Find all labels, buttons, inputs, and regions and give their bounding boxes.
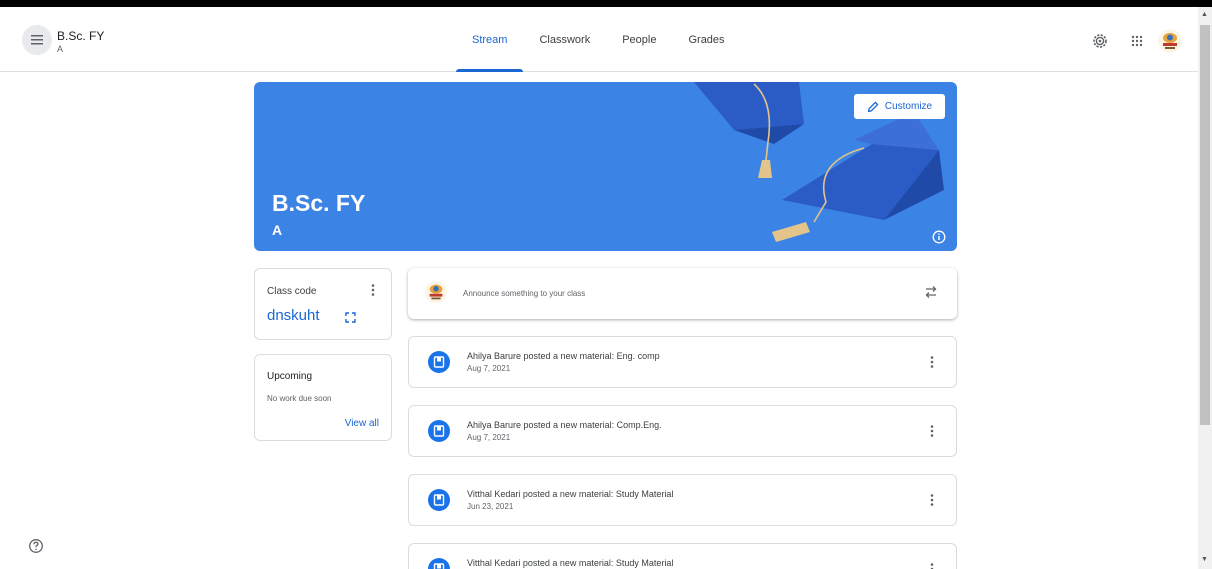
info-icon [932, 230, 946, 244]
upcoming-title: Upcoming [267, 371, 313, 382]
class-code-card: Class code dnskuht [254, 268, 392, 340]
stream-post[interactable]: Vitthal Kedari posted a new material: St… [408, 543, 957, 569]
post-title: Vitthal Kedari posted a new material: St… [467, 489, 674, 499]
top-app-bar: B.Sc. FY A Stream Classwork People Grade… [0, 7, 1198, 72]
scroll-down-arrow-icon[interactable]: ▼ [1201, 556, 1208, 563]
banner-class-section: A [272, 222, 283, 238]
post-title: Ahilya Barure posted a new material: Com… [467, 420, 662, 430]
announce-avatar [425, 281, 447, 303]
customize-button[interactable]: Customize [854, 94, 945, 119]
announce-box[interactable]: Announce something to your class [408, 268, 957, 319]
tab-classwork[interactable]: Classwork [523, 7, 606, 72]
stream-post[interactable]: Ahilya Barure posted a new material: Eng… [408, 336, 957, 388]
more-vert-icon [930, 563, 934, 569]
header-class-title[interactable]: B.Sc. FY [57, 29, 104, 43]
post-type-icon [428, 489, 450, 511]
banner-class-title: B.Sc. FY [272, 190, 366, 216]
post-type-icon [428, 558, 450, 569]
pencil-icon [867, 101, 879, 112]
tab-people[interactable]: People [606, 7, 672, 72]
repost-icon [925, 286, 937, 298]
classroom-page: B.Sc. FY A Stream Classwork People Grade… [0, 7, 1212, 569]
view-all-link[interactable]: View all [345, 418, 379, 429]
class-code-label: Class code [267, 286, 317, 297]
material-icon [433, 356, 445, 368]
class-code-value: dnskuht [267, 307, 320, 324]
post-more-button[interactable] [929, 355, 935, 369]
post-title: Vitthal Kedari posted a new material: St… [467, 558, 674, 568]
more-vert-icon [930, 356, 934, 368]
announce-placeholder[interactable]: Announce something to your class [463, 289, 585, 298]
user-avatar[interactable] [1158, 29, 1182, 53]
hamburger-icon [31, 35, 43, 45]
page-scrollbar[interactable]: ▲ ▼ [1198, 7, 1212, 569]
post-title: Ahilya Barure posted a new material: Eng… [467, 351, 660, 361]
upcoming-message: No work due soon [267, 394, 332, 403]
tab-stream[interactable]: Stream [456, 7, 524, 72]
material-icon [433, 494, 445, 506]
material-icon [433, 563, 445, 569]
more-vert-icon [930, 494, 934, 506]
help-icon [29, 539, 43, 553]
apps-grid-icon [1131, 35, 1143, 47]
class-info-button[interactable] [932, 230, 946, 244]
graduation-caps-illustration [694, 82, 944, 242]
emblem-avatar-icon [425, 281, 447, 303]
class-code-fullscreen-button[interactable] [345, 310, 356, 328]
stream-post[interactable]: Vitthal Kedari posted a new material: St… [408, 474, 957, 526]
scroll-up-arrow-icon[interactable]: ▲ [1201, 11, 1208, 18]
more-vert-icon [371, 284, 375, 296]
emblem-avatar-icon [1158, 29, 1182, 53]
post-more-button[interactable] [929, 493, 935, 507]
header-class-section: A [57, 44, 64, 54]
fullscreen-icon [345, 312, 356, 323]
post-type-icon [428, 351, 450, 373]
post-type-icon [428, 420, 450, 442]
settings-icon [1093, 34, 1107, 48]
tab-grades[interactable]: Grades [672, 7, 740, 72]
class-banner: Customize B.Sc. FY A [254, 82, 957, 251]
post-date: Aug 7, 2021 [467, 433, 511, 442]
class-code-more-button[interactable] [369, 283, 377, 297]
class-settings-button[interactable] [1090, 31, 1110, 51]
upcoming-card: Upcoming No work due soon View all [254, 354, 392, 441]
post-more-button[interactable] [929, 424, 935, 438]
help-button[interactable] [28, 538, 44, 554]
customize-label: Customize [884, 101, 933, 112]
tab-bar: Stream Classwork People Grades [456, 7, 741, 72]
scroll-thumb[interactable] [1200, 25, 1210, 425]
more-vert-icon [930, 425, 934, 437]
post-date: Jun 23, 2021 [467, 502, 514, 511]
main-menu-button[interactable] [22, 25, 52, 55]
stream-post[interactable]: Ahilya Barure posted a new material: Com… [408, 405, 957, 457]
google-apps-button[interactable] [1127, 31, 1147, 51]
post-date: Aug 7, 2021 [467, 364, 511, 373]
material-icon [433, 425, 445, 437]
post-more-button[interactable] [929, 562, 935, 569]
reuse-post-button[interactable] [923, 284, 939, 300]
